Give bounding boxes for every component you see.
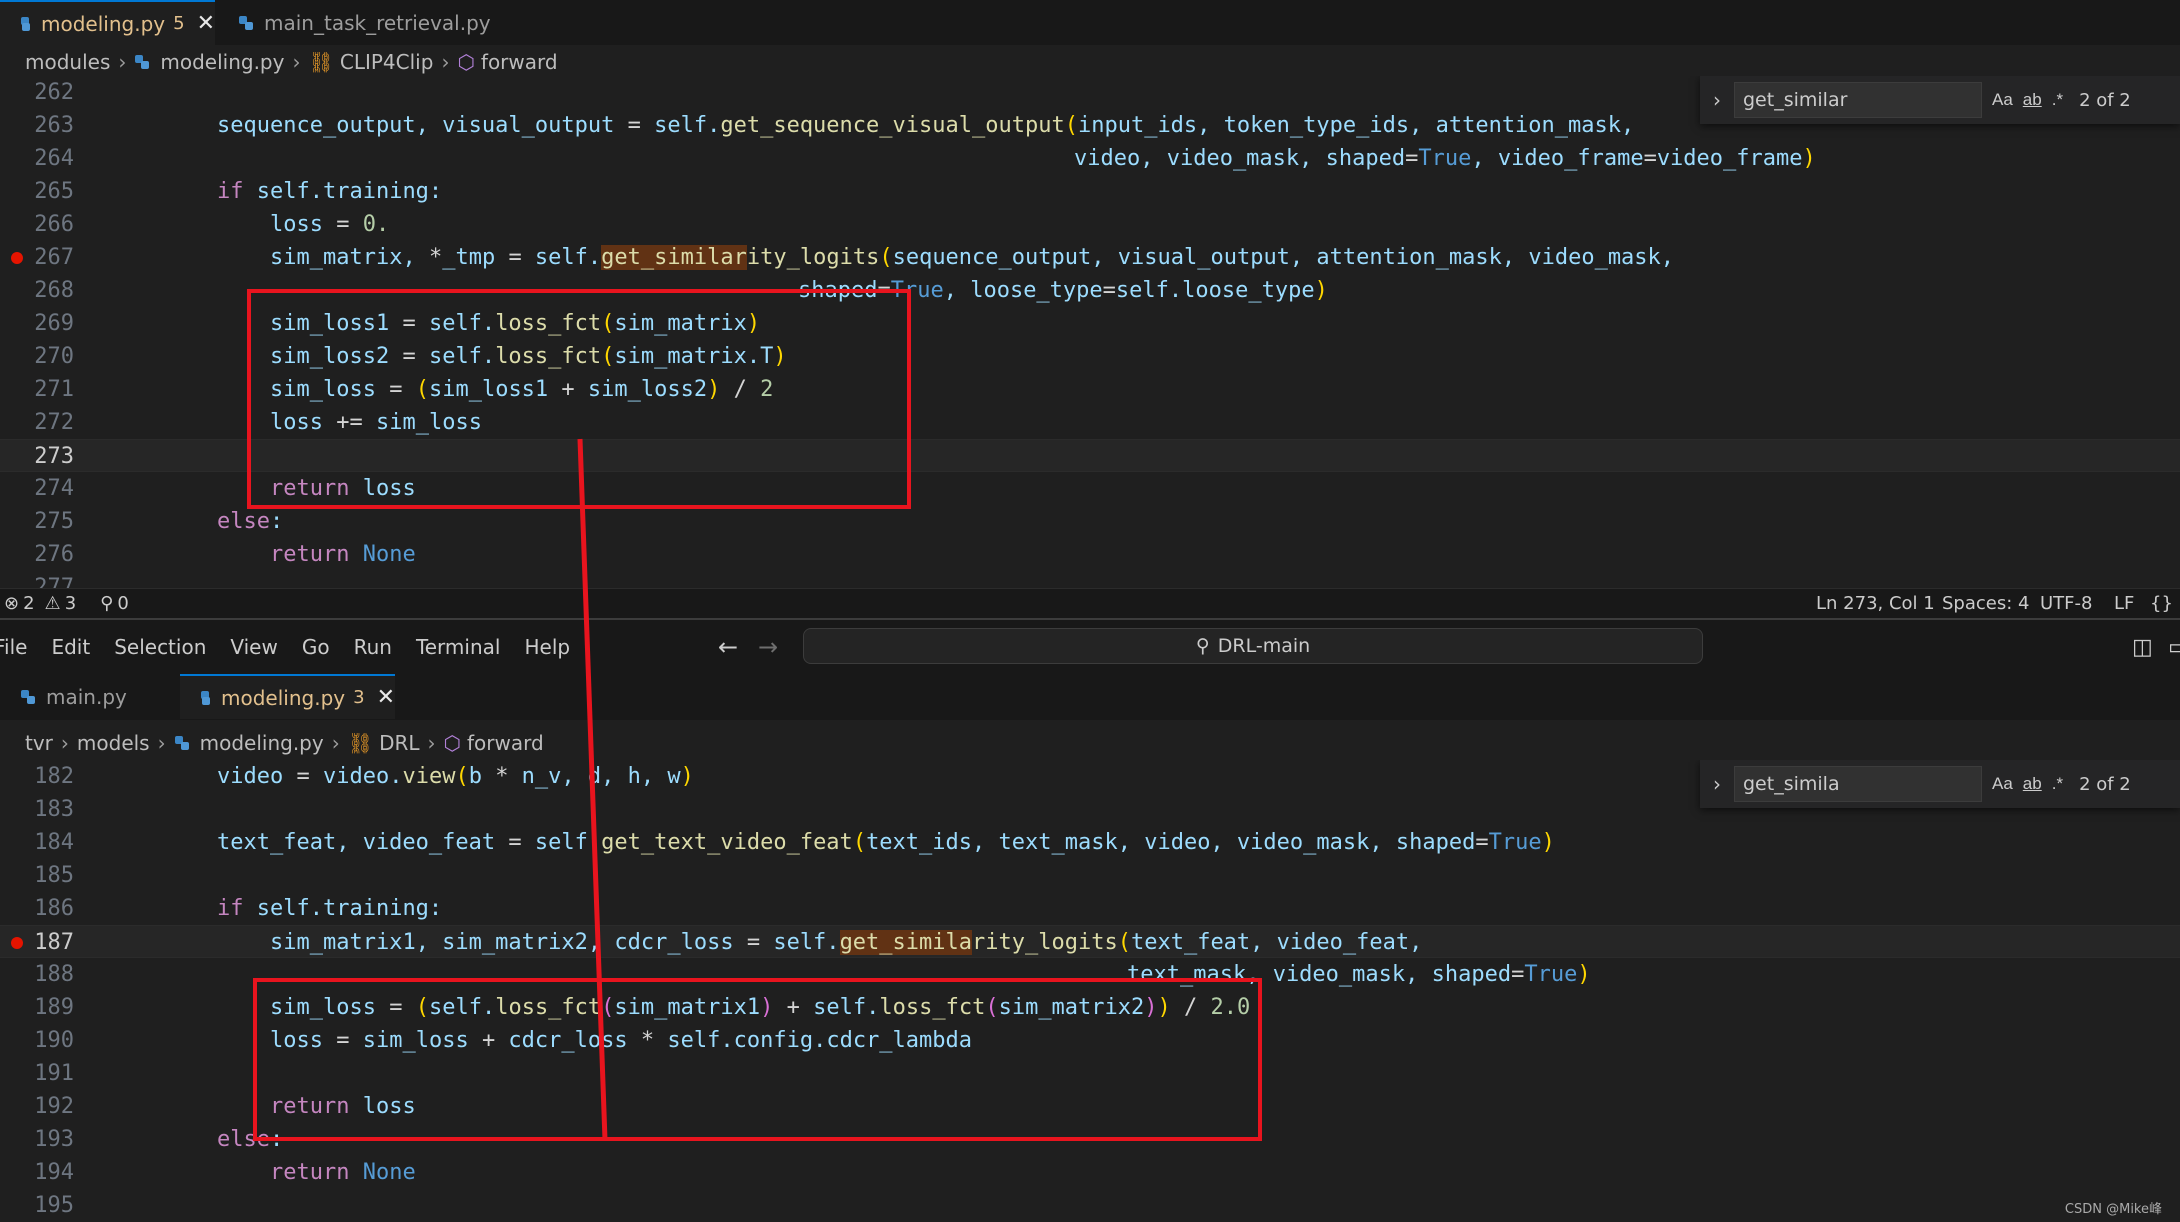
watermark: CSDN @Mike峰 xyxy=(2064,1202,2162,1217)
connector-line xyxy=(577,438,608,1141)
